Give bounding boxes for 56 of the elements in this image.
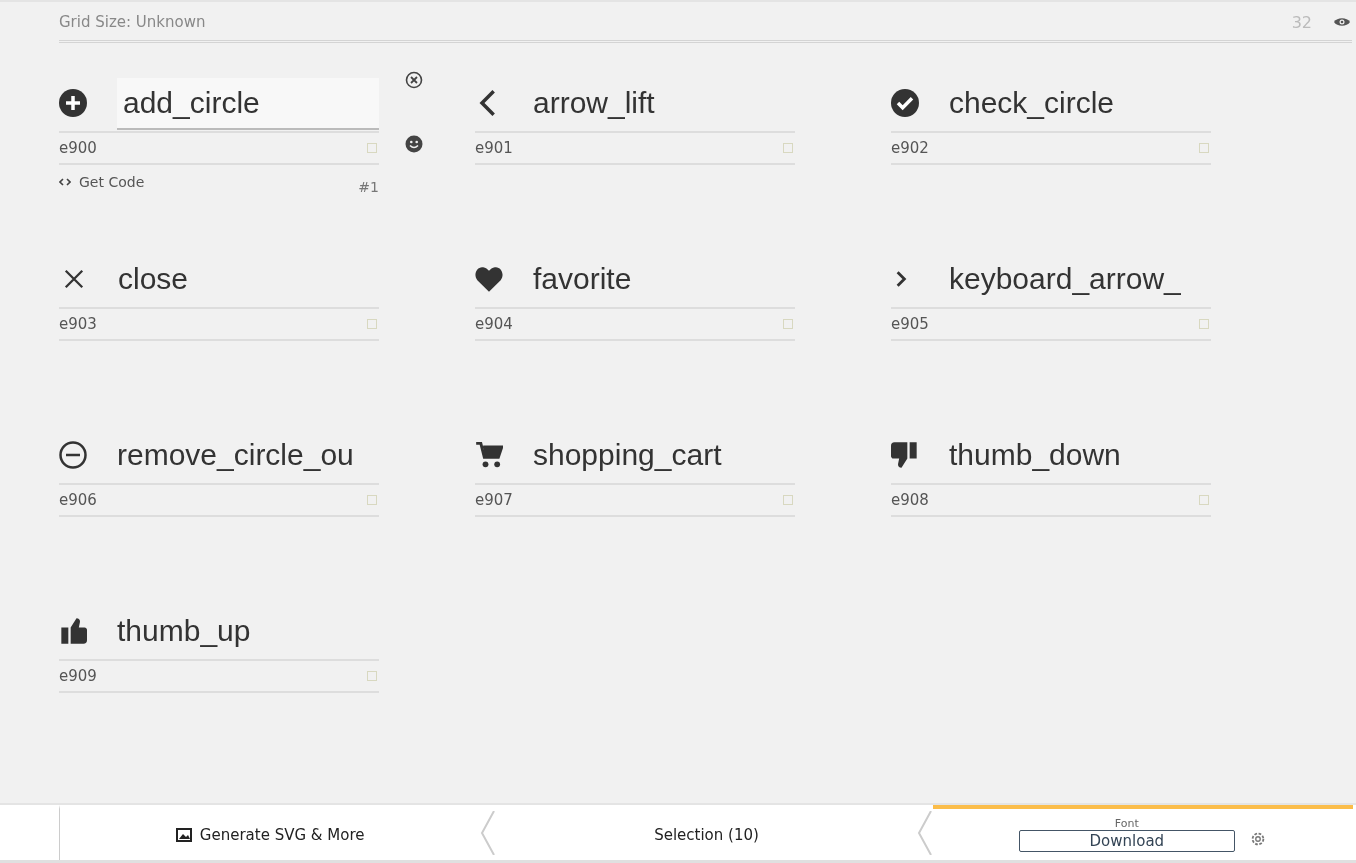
thumbs-down-icon xyxy=(891,441,919,469)
chevron-separator-icon xyxy=(916,810,933,855)
check-circle-icon xyxy=(891,89,919,117)
glyph-name[interactable]: check_circle xyxy=(949,86,1115,120)
glyph-code: e904 xyxy=(475,315,513,333)
image-icon xyxy=(175,827,192,842)
glyph-code: e905 xyxy=(891,315,929,333)
selection-button[interactable]: Selection (10) xyxy=(648,824,765,845)
generate-svg-button[interactable]: Generate SVG & More xyxy=(169,824,371,845)
heart-icon xyxy=(475,265,503,293)
checkbox[interactable] xyxy=(783,143,793,153)
glyph-name[interactable]: favorite xyxy=(533,262,632,296)
footer-tab[interactable]: Generate SVG & More xyxy=(59,805,481,860)
glyph-code: e907 xyxy=(475,491,513,509)
checkbox[interactable] xyxy=(367,671,377,681)
glyph-code: e901 xyxy=(475,139,513,157)
code-icon xyxy=(59,178,71,186)
checkbox[interactable] xyxy=(367,495,377,505)
minus-circle-icon xyxy=(59,441,87,469)
glyph-name[interactable]: arrow_lift xyxy=(533,86,655,120)
footer-tab[interactable]: Font Download xyxy=(932,805,1353,860)
glyph-name[interactable]: close xyxy=(118,262,189,296)
plus-circle-icon xyxy=(59,89,87,117)
font-label: Font xyxy=(1114,817,1139,830)
checkbox[interactable] xyxy=(783,319,793,329)
glyph-code: e906 xyxy=(59,491,97,509)
smiley-icon[interactable] xyxy=(405,135,423,153)
glyph-code: e909 xyxy=(59,667,97,685)
glyph-code: e900 xyxy=(59,139,97,157)
checkbox[interactable] xyxy=(367,143,377,153)
glyph-name[interactable]: thumb_down xyxy=(949,438,1121,472)
glyph-name[interactable]: keyboard_arrow_ xyxy=(949,262,1181,296)
thumbs-up-icon xyxy=(59,617,87,645)
checkbox[interactable] xyxy=(367,319,377,329)
glyph-code: e902 xyxy=(891,139,929,157)
cart-icon xyxy=(475,441,503,469)
glyph-name[interactable]: shopping_cart xyxy=(533,438,722,472)
chevron-separator-icon xyxy=(480,810,497,855)
glyph-code: e903 xyxy=(59,315,97,333)
glyph-name[interactable]: thumb_up xyxy=(117,614,251,648)
download-button[interactable]: Download xyxy=(1018,830,1235,852)
grid-size-label: Grid Size: Unknown xyxy=(59,13,207,31)
close-icon xyxy=(63,268,85,290)
glyph-index: #1 xyxy=(358,179,379,195)
glyph-name[interactable]: remove_circle_ou xyxy=(117,438,354,472)
chevron-right-icon xyxy=(894,270,908,288)
footer-tab[interactable]: Selection (10) xyxy=(496,805,917,860)
glyph-code: e908 xyxy=(891,491,929,509)
checkbox[interactable] xyxy=(1199,495,1209,505)
eye-icon[interactable] xyxy=(1334,17,1350,27)
close-circle-icon[interactable] xyxy=(405,71,423,89)
glyph-name-field[interactable]: add_circle xyxy=(117,78,379,130)
checkbox[interactable] xyxy=(783,495,793,505)
checkbox[interactable] xyxy=(1199,143,1209,153)
checkbox[interactable] xyxy=(1199,319,1209,329)
get-code-link[interactable]: Get Code xyxy=(59,174,145,190)
